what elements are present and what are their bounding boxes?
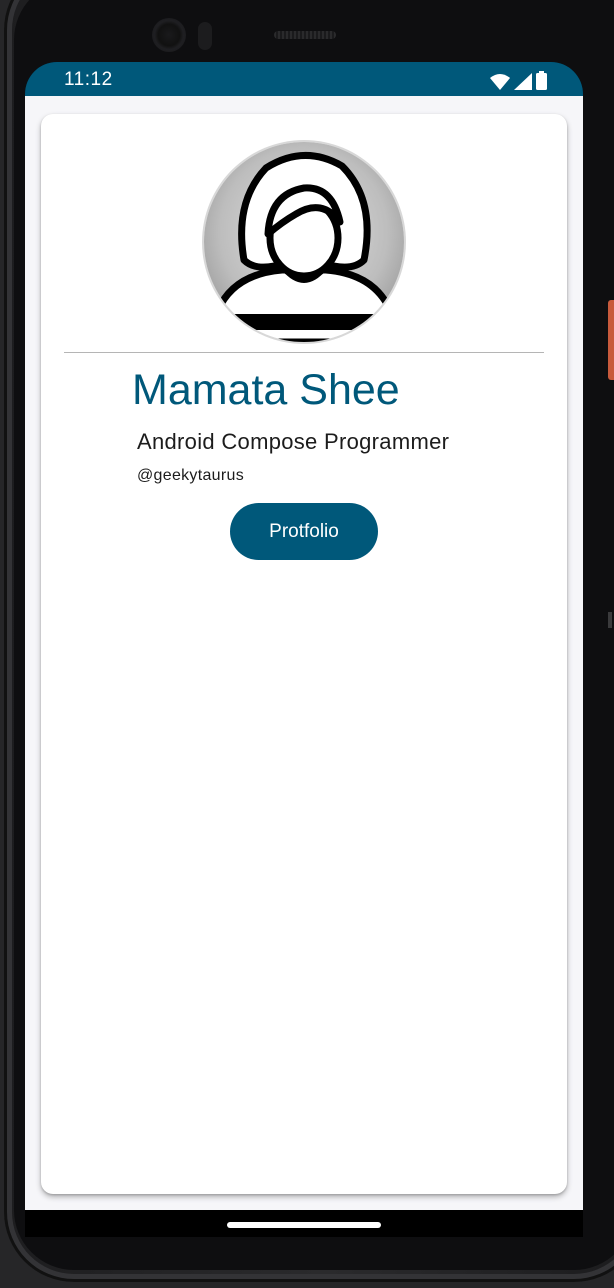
profile-name: Mamata Shee [132, 366, 400, 414]
front-camera [152, 18, 186, 52]
volume-button [608, 612, 612, 628]
wifi-icon [490, 74, 510, 90]
earpiece-speaker [274, 31, 336, 39]
avatar [204, 142, 404, 342]
profile-title: Android Compose Programmer [137, 429, 450, 454]
battery-icon [536, 71, 547, 90]
business-card: Mamata Shee Android Compose Programmer @… [41, 114, 567, 1194]
status-time: 11:12 [64, 69, 113, 90]
home-gesture-handle[interactable] [227, 1222, 381, 1228]
power-button [608, 300, 614, 380]
cellular-signal-icon [514, 73, 532, 90]
device-background: 11:12 Mamata Shee Android Compose Progra… [0, 0, 614, 1288]
app-content: Mamata Shee Android Compose Programmer @… [25, 96, 583, 1210]
proximity-sensor [198, 22, 212, 50]
status-icons [490, 70, 547, 90]
phone-screen: 11:12 Mamata Shee Android Compose Progra… [25, 62, 583, 1237]
divider [64, 352, 544, 353]
female-user-avatar-icon [204, 142, 404, 342]
navigation-bar [25, 1210, 583, 1237]
portfolio-button[interactable]: Protfolio [230, 503, 378, 560]
status-bar: 11:12 [25, 62, 583, 96]
profile-handle: @geekytaurus [137, 467, 245, 484]
